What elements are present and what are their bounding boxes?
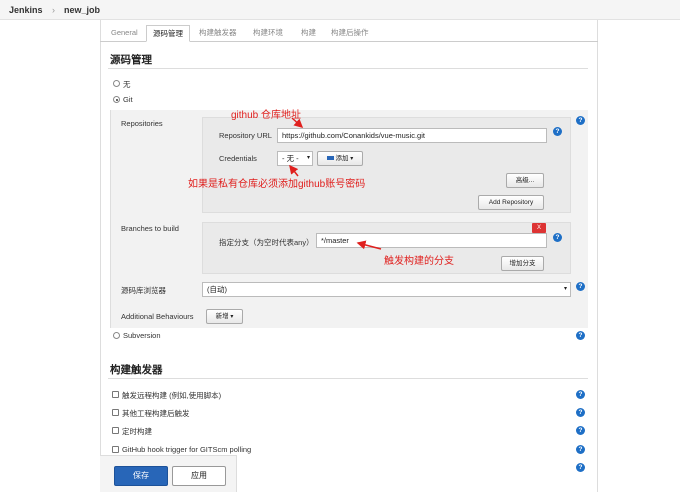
trigger-schedule-checkbox[interactable] bbox=[112, 427, 119, 434]
annotation-arrows bbox=[289, 117, 382, 250]
trigger-github-hook-label: GitHub hook trigger for GITScm polling bbox=[122, 445, 252, 454]
save-button[interactable]: 保存 bbox=[114, 466, 168, 486]
action-bar: 保存 应用 bbox=[100, 455, 237, 492]
trigger-remote-label: 触发远程构建 (例如,使用脚本) bbox=[122, 391, 222, 400]
trigger-upstream-label: 其他工程构建后触发 bbox=[122, 409, 190, 418]
trigger-schedule-label: 定时构建 bbox=[122, 427, 152, 436]
branch-arrow bbox=[356, 240, 382, 250]
triggers-divider bbox=[108, 378, 588, 379]
trigger-remote-help-icon[interactable]: ? bbox=[576, 390, 585, 399]
trigger-github-hook-help-icon[interactable]: ? bbox=[576, 445, 585, 454]
apply-button[interactable]: 应用 bbox=[172, 466, 226, 486]
trigger-poll-help-icon[interactable]: ? bbox=[576, 463, 585, 472]
trigger-schedule-help-icon[interactable]: ? bbox=[576, 426, 585, 435]
trigger-upstream-help-icon[interactable]: ? bbox=[576, 408, 585, 417]
trigger-github-hook-checkbox[interactable] bbox=[112, 446, 119, 453]
trigger-upstream-checkbox[interactable] bbox=[112, 409, 119, 416]
trigger-remote-checkbox[interactable] bbox=[112, 391, 119, 398]
triggers-section-title: 构建触发器 bbox=[110, 364, 163, 376]
credentials-arrow bbox=[289, 164, 299, 177]
repo-url-arrow bbox=[291, 117, 304, 129]
